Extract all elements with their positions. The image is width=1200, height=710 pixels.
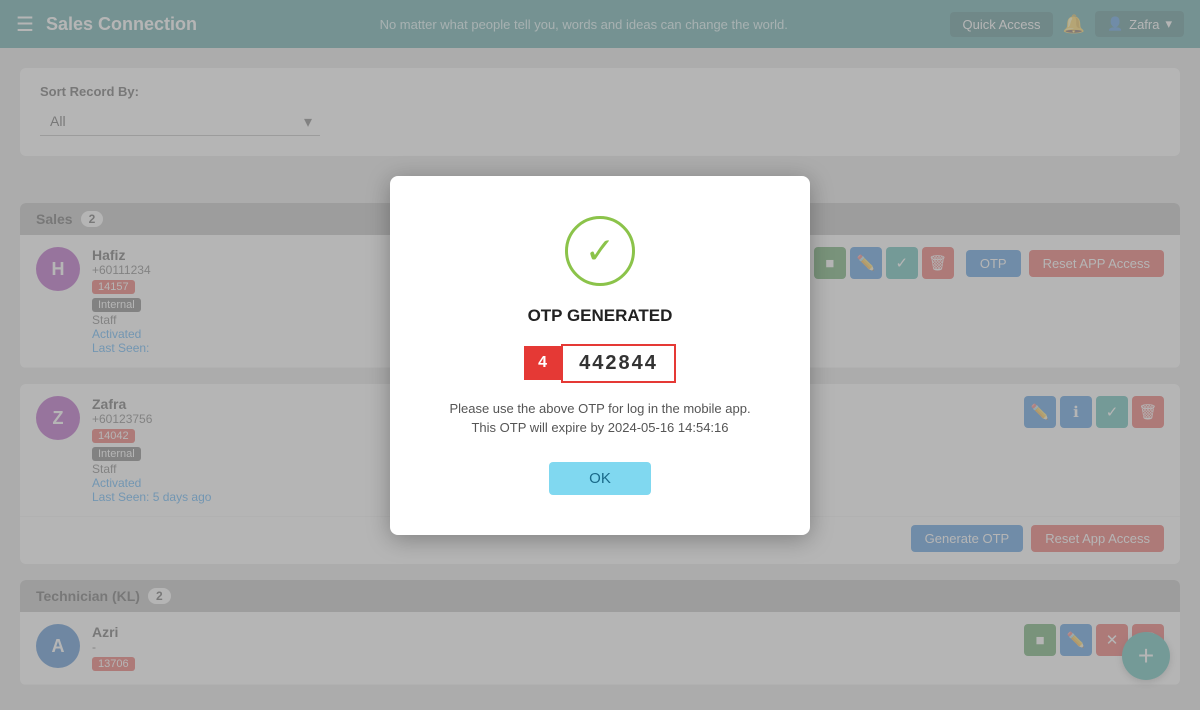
otp-prefix: 4: [524, 346, 561, 380]
otp-display: 4 442844: [440, 344, 760, 383]
otp-modal: ✓ OTP GENERATED 4 442844 Please use the …: [390, 176, 810, 535]
ok-button[interactable]: OK: [549, 462, 651, 495]
modal-description: Please use the above OTP for log in the …: [440, 399, 760, 438]
otp-code: 442844: [561, 344, 676, 383]
modal-overlay: ✓ OTP GENERATED 4 442844 Please use the …: [0, 0, 1200, 710]
modal-title: OTP GENERATED: [440, 306, 760, 326]
success-circle: ✓: [565, 216, 635, 286]
check-icon: ✓: [585, 233, 615, 269]
